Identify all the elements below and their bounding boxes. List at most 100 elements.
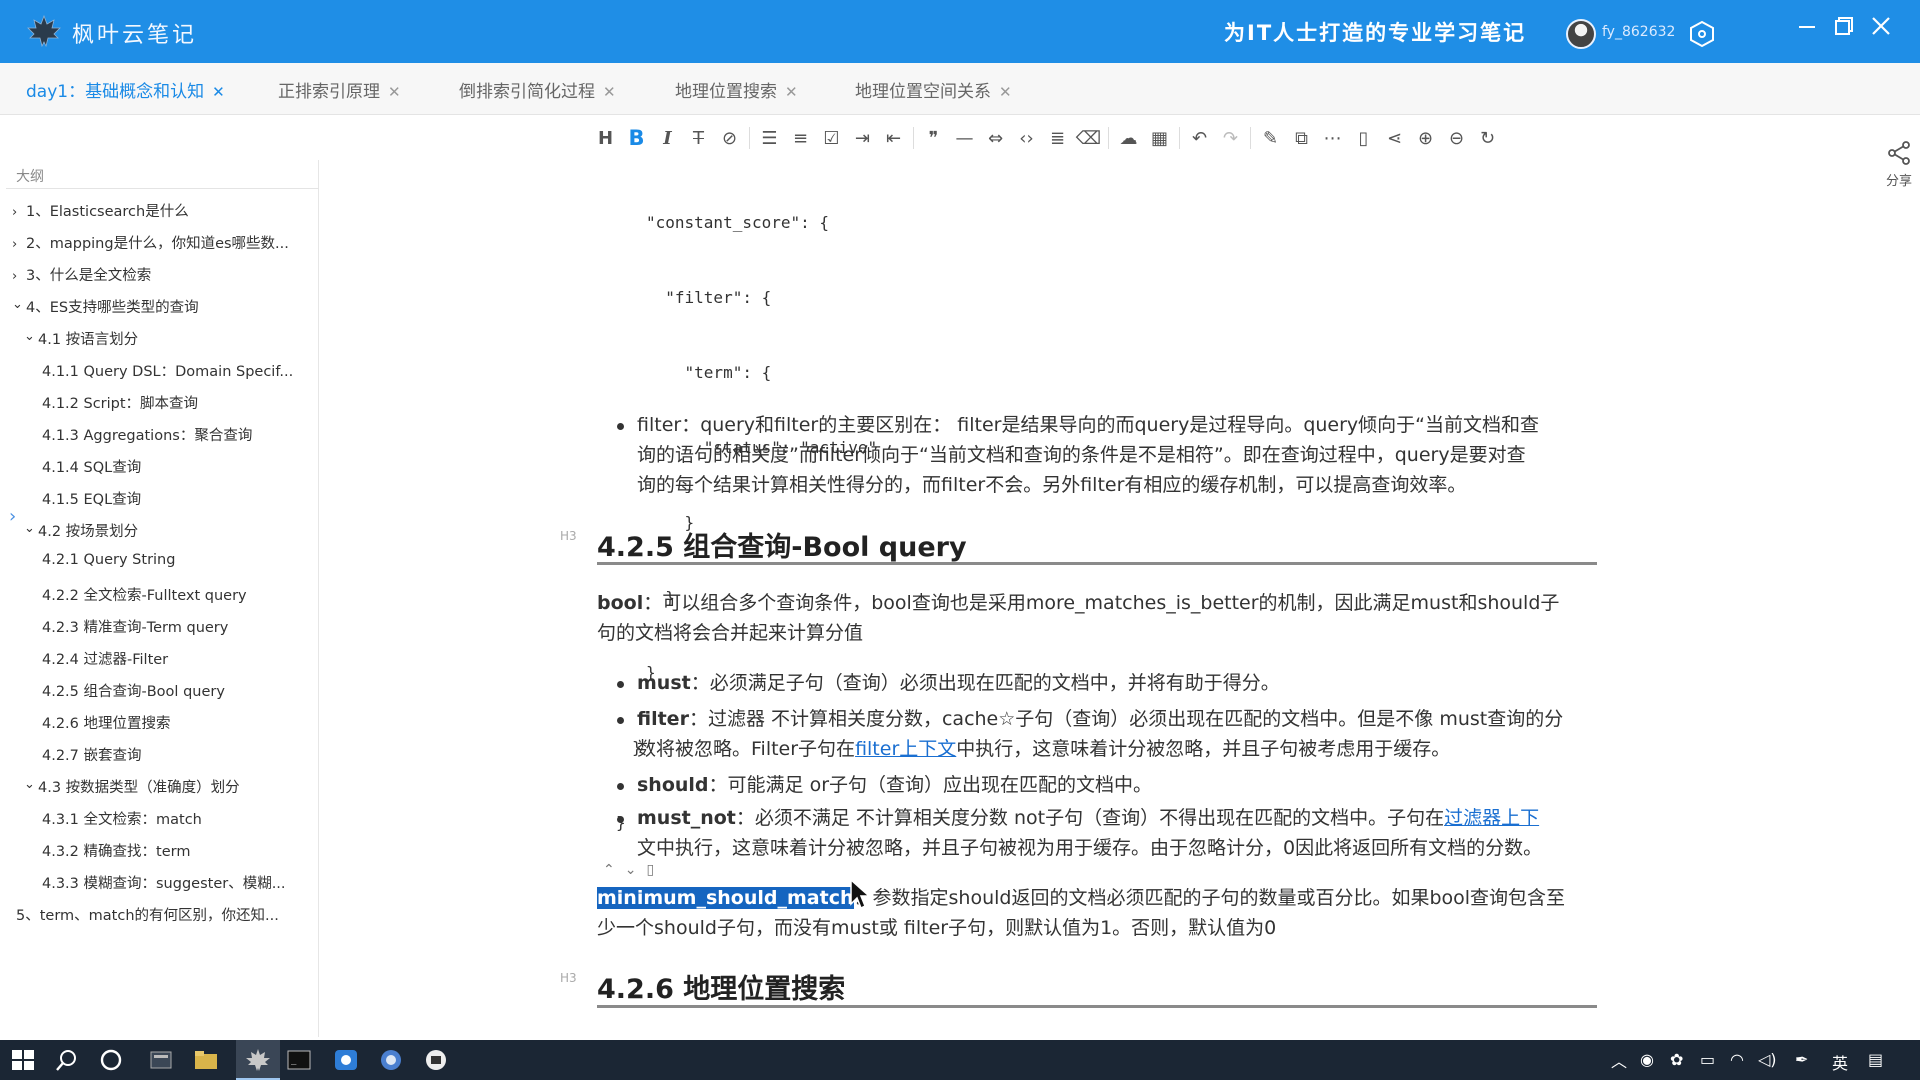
cortana-icon[interactable] [98, 1048, 124, 1072]
filter-context-link[interactable]: 过滤器上下 [1444, 807, 1539, 829]
app-icon[interactable] [423, 1048, 449, 1072]
share-button[interactable]: 分享 [1878, 140, 1920, 189]
link-icon[interactable]: ⊘ [714, 122, 745, 154]
close-icon[interactable] [1864, 12, 1898, 42]
horizontal-rule-icon[interactable]: — [949, 122, 980, 154]
avatar[interactable] [1566, 19, 1596, 49]
outline-item[interactable]: 4.2.3 精准查询-Term query [42, 616, 228, 637]
tab-close-icon[interactable]: ✕ [999, 83, 1012, 101]
cloud-icon[interactable]: ☁ [1113, 122, 1144, 154]
outline-item[interactable]: 4.2.2 全文检索-Fulltext query [42, 584, 247, 605]
volume-icon[interactable]: ◁) [1758, 1050, 1777, 1069]
checkbox-icon[interactable]: ☑ [816, 122, 847, 154]
tab-forward-index[interactable]: 正排索引原理 ✕ [278, 77, 401, 102]
battery-icon[interactable]: ▭ [1700, 1050, 1715, 1069]
minimize-icon[interactable] [1790, 12, 1824, 42]
wifi-icon[interactable]: ◠ [1730, 1050, 1744, 1069]
outline-item[interactable]: 5、term、match的有何区别，你还知... [16, 904, 279, 925]
outline-item[interactable]: 4.2.7 嵌套查询 [42, 744, 142, 765]
windows-start-icon[interactable] [10, 1048, 36, 1072]
outline-item[interactable]: ⌄ 4.2 按场景划分 [24, 520, 138, 541]
task-view-icon[interactable] [148, 1048, 174, 1072]
tab-close-icon[interactable]: ✕ [785, 83, 798, 101]
outline-item[interactable]: 4.2.1 Query String [42, 552, 175, 568]
outline-item[interactable]: › 1、Elasticsearch是什么 [12, 200, 189, 221]
refresh-icon[interactable]: ↻ [1472, 122, 1503, 154]
code-inline-icon[interactable]: ⇔ [980, 122, 1011, 154]
chevron-down-icon[interactable]: ⌄ [24, 521, 38, 536]
redo-icon[interactable]: ↷ [1215, 122, 1246, 154]
outline-item[interactable]: ⌄ 4.1 按语言划分 [24, 328, 138, 349]
outline-item[interactable]: ⌄ 4、ES支持哪些类型的查询 [12, 296, 199, 317]
numbered-list-icon[interactable]: ≡ [785, 122, 816, 154]
chevron-down-icon[interactable]: ⌄ [12, 297, 26, 312]
note-icon[interactable]: ▯ [1348, 122, 1379, 154]
bold-icon[interactable]: B [621, 122, 652, 154]
delete-block-icon[interactable]: ▯ [646, 862, 664, 878]
quote-icon[interactable]: ❞ [918, 122, 949, 154]
tray-app-icon[interactable]: ✿ [1670, 1050, 1683, 1069]
tab-inverted-index[interactable]: 倒排索引简化过程 ✕ [459, 77, 616, 102]
tab-geo-relation[interactable]: 地理位置空间关系 ✕ [855, 77, 1012, 102]
tab-geo-search[interactable]: 地理位置搜索 ✕ [675, 77, 798, 102]
code-block-icon[interactable]: ‹› [1011, 122, 1042, 154]
wechat-icon[interactable]: ◉ [1640, 1050, 1654, 1069]
outline-item[interactable]: 4.1.4 SQL查询 [42, 456, 141, 477]
outline-item[interactable]: 4.2.6 地理位置搜索 [42, 712, 171, 733]
terminal-icon[interactable]: _ [286, 1048, 312, 1072]
restore-icon[interactable] [1826, 12, 1860, 42]
heading-icon[interactable]: H [590, 122, 621, 154]
filter-context-link[interactable]: filter上下文 [855, 738, 956, 760]
app-icon[interactable] [333, 1048, 359, 1072]
browser-icon[interactable] [378, 1048, 404, 1072]
ime-indicator[interactable]: 英 [1832, 1050, 1848, 1074]
outline-item[interactable]: 4.3.3 模糊查询：suggester、模糊... [42, 872, 286, 893]
undo-icon[interactable]: ↶ [1184, 122, 1215, 154]
tray-chevron-icon[interactable]: ︿ [1611, 1048, 1627, 1072]
selected-term-minimum-should-match[interactable]: minimum_should_match [597, 887, 854, 909]
zoom-in-icon[interactable]: ⊕ [1410, 122, 1441, 154]
outline-item[interactable]: 4.1.5 EQL查询 [42, 488, 141, 509]
tab-close-icon[interactable]: ✕ [388, 83, 401, 101]
username[interactable]: fy_862632 [1602, 24, 1675, 40]
outline-item[interactable]: › 3、什么是全文检索 [12, 264, 151, 285]
italic-icon[interactable]: I [652, 122, 683, 154]
table-icon[interactable]: ▦ [1144, 122, 1175, 154]
tab-day1[interactable]: day1：基础概念和认知 ✕ [26, 77, 225, 102]
outline-item[interactable]: 4.1.1 Query DSL：Domain Specif... [42, 360, 293, 381]
strikethrough-icon[interactable]: T [683, 122, 714, 154]
tab-close-icon[interactable]: ✕ [212, 83, 225, 101]
move-up-icon[interactable]: ⌃ [603, 862, 625, 878]
settings-hex-icon[interactable] [1688, 20, 1716, 48]
outdent-icon[interactable]: ⇤ [878, 122, 909, 154]
move-down-icon[interactable]: ⌄ [625, 862, 647, 878]
more-icon[interactable]: ⋯ [1317, 122, 1348, 154]
chevron-right-icon[interactable]: › [12, 237, 26, 252]
outline-item[interactable]: 4.3.1 全文检索：match [42, 808, 202, 829]
tab-close-icon[interactable]: ✕ [603, 83, 616, 101]
outline-item[interactable]: 4.2.4 过滤器-Filter [42, 648, 168, 669]
pen-icon[interactable]: ✒ [1795, 1050, 1808, 1069]
zoom-out-icon[interactable]: ⊖ [1441, 122, 1472, 154]
align-icon[interactable]: ≣ [1042, 122, 1073, 154]
bullet-list-icon[interactable]: ☰ [754, 122, 785, 154]
chevron-down-icon[interactable]: ⌄ [24, 329, 38, 344]
clear-format-icon[interactable]: ⌫ [1073, 122, 1104, 154]
search-icon[interactable] [54, 1048, 80, 1072]
chevron-down-icon[interactable]: ⌄ [24, 777, 38, 792]
outline-item[interactable]: 4.3.2 精确查找：term [42, 840, 190, 861]
notification-icon[interactable]: ▤ [1868, 1050, 1883, 1069]
collapse-sidebar-icon[interactable]: › [9, 506, 16, 527]
outline-item[interactable]: 4.1.3 Aggregations：聚合查询 [42, 424, 252, 445]
file-explorer-icon[interactable] [193, 1048, 219, 1072]
chevron-right-icon[interactable]: › [12, 269, 26, 284]
taskbar-app-active[interactable] [236, 1040, 280, 1080]
outline-item[interactable]: 4.2.5 组合查询-Bool query [42, 680, 225, 701]
outline-item[interactable]: 4.1.2 Script：脚本查询 [42, 392, 198, 413]
edit-icon[interactable]: ✎ [1255, 122, 1286, 154]
open-external-icon[interactable]: ⧉ [1286, 122, 1317, 154]
share-nodes-icon[interactable]: ⋖ [1379, 122, 1410, 154]
outline-item[interactable]: ⌄ 4.3 按数据类型（准确度）划分 [24, 776, 240, 797]
chevron-right-icon[interactable]: › [12, 205, 26, 220]
outline-item[interactable]: › 2、mapping是什么，你知道es哪些数... [12, 232, 289, 253]
